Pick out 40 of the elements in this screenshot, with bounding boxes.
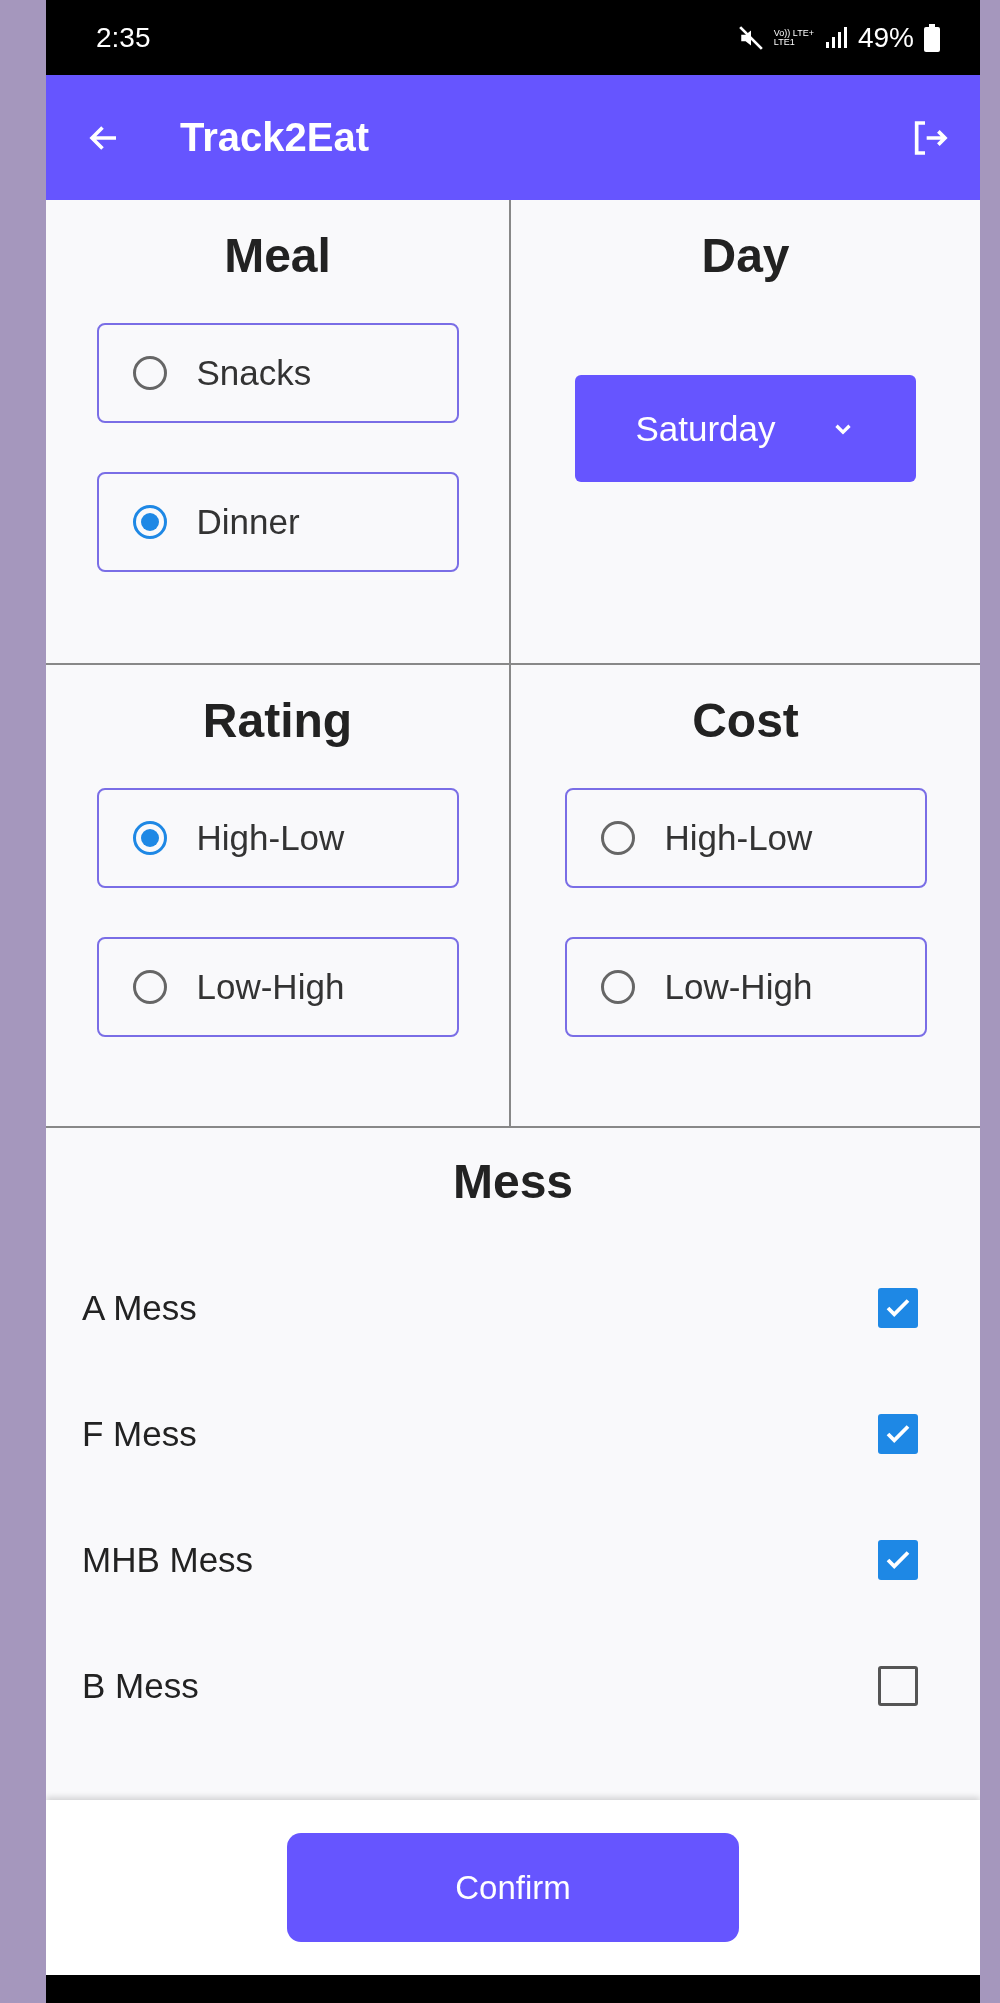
radio-button[interactable] [132, 970, 167, 1004]
section-title: Mess [452, 1154, 574, 1209]
mess-label: MHB Mess [82, 1540, 254, 1580]
mess-label: A Mess [82, 1288, 197, 1328]
network-label: Vo)) LTE+ LTE1 [773, 28, 814, 47]
mess-label: B Mess [82, 1666, 199, 1706]
checkbox[interactable] [878, 1288, 918, 1328]
option-label: High-Low [196, 818, 345, 858]
option-label: Low-High [664, 967, 813, 1007]
confirm-button[interactable]: Confirm [287, 1833, 739, 1942]
checkbox[interactable] [878, 1540, 918, 1580]
radio-button[interactable] [132, 505, 167, 539]
radio-option[interactable]: Snacks [96, 323, 459, 423]
option-label: High-Low [664, 818, 813, 858]
battery-percent: 49% [857, 21, 914, 54]
day-dropdown[interactable]: Saturday [575, 375, 916, 482]
mute-icon [737, 24, 764, 51]
signal-icon [823, 25, 848, 50]
clock: 2:35 [96, 21, 151, 54]
section-title: Cost [692, 693, 799, 748]
section-title: Meal [224, 228, 331, 283]
checkbox[interactable] [878, 1666, 918, 1706]
radio-option[interactable]: High-Low [96, 788, 459, 888]
option-label: Dinner [196, 502, 300, 542]
radio-button[interactable] [132, 356, 167, 390]
radio-option[interactable]: Low-High [564, 937, 927, 1037]
battery-icon [924, 23, 940, 52]
section-title: Rating [202, 693, 353, 748]
radio-button[interactable] [132, 821, 167, 855]
mess-label: F Mess [82, 1414, 197, 1454]
option-label: Snacks [196, 353, 312, 393]
app-title: Track2Eat [180, 115, 371, 160]
radio-button[interactable] [600, 821, 635, 855]
radio-button[interactable] [600, 970, 635, 1004]
checkbox[interactable] [878, 1414, 918, 1454]
option-label: Low-High [196, 967, 345, 1007]
radio-option[interactable]: Low-High [96, 937, 459, 1037]
section-title: Day [701, 228, 790, 283]
radio-option[interactable]: Dinner [96, 472, 459, 572]
radio-option[interactable]: High-Low [564, 788, 927, 888]
